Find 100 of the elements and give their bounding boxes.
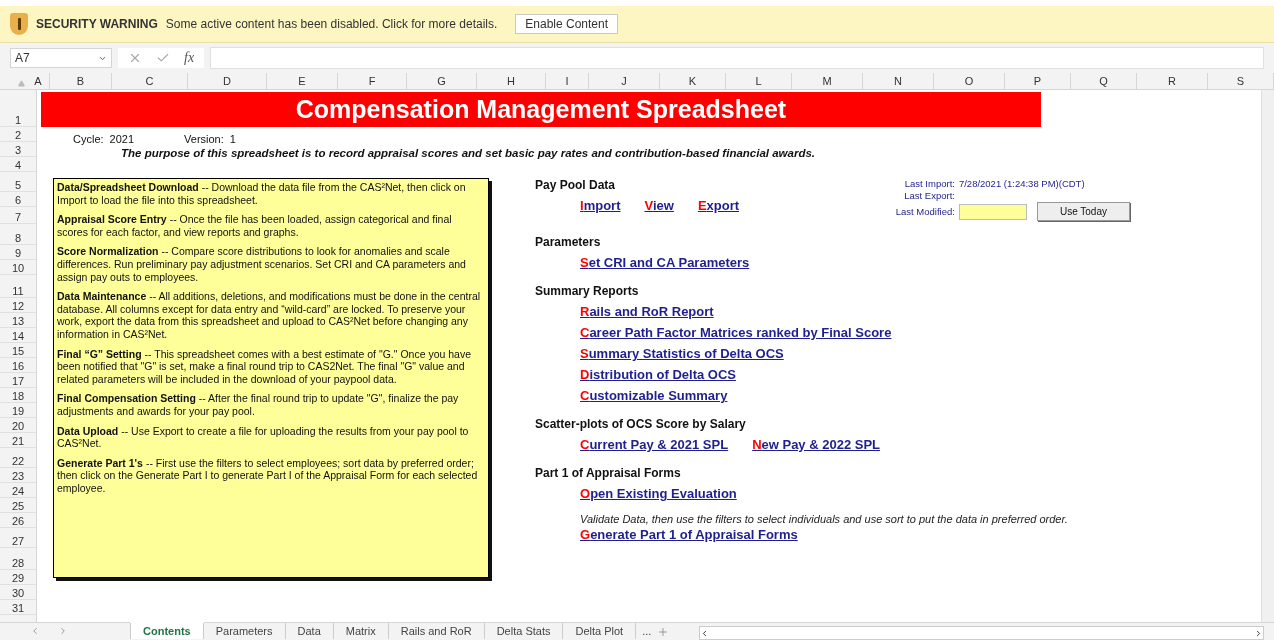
cancel-icon[interactable] [128, 51, 142, 65]
enter-icon[interactable] [156, 51, 170, 65]
link[interactable]: Import [580, 198, 621, 213]
link[interactable]: Rails and RoR Report [580, 304, 714, 319]
row-header[interactable]: 23 [0, 468, 36, 483]
row-header[interactable]: 9 [0, 245, 36, 260]
row-header[interactable]: 8 [0, 224, 36, 245]
last-export-label: Last Export: [903, 190, 955, 201]
row-header[interactable]: 26 [0, 513, 36, 528]
column-header[interactable]: C [112, 73, 188, 89]
enable-content-button[interactable]: Enable Content [515, 14, 619, 34]
row-header[interactable]: 25 [0, 498, 36, 513]
column-header[interactable]: O [934, 73, 1005, 89]
row-header[interactable]: 12 [0, 298, 36, 313]
section-heading: Scatter-plots of OCS Score by Salary [535, 417, 747, 431]
scroll-right-icon[interactable] [1254, 628, 1263, 638]
row-header[interactable]: 11 [0, 275, 36, 298]
sheet-tab[interactable]: Data [285, 623, 334, 639]
row-header[interactable]: 18 [0, 388, 36, 403]
link[interactable]: Career Path Factor Matrices ranked by Final Score [580, 325, 892, 340]
row-header[interactable]: 13 [0, 313, 36, 328]
link[interactable]: Distribution of Delta OCS [580, 367, 736, 382]
row-header[interactable]: 5 [0, 172, 36, 192]
row-header[interactable]: 3 [0, 142, 36, 157]
sheet-title: Compensation Management Spreadsheet [41, 92, 1041, 127]
sheet-tab[interactable]: Delta Stats [484, 623, 564, 639]
row-header[interactable]: 7 [0, 207, 36, 224]
add-sheet-icon[interactable] [657, 626, 670, 638]
instruction-paragraph: Data/Spreadsheet Download -- Download the data file from the CAS²Net, then click on Import to load the file into this spreadsheet. [57, 181, 467, 207]
instruction-paragraph: Appraisal Score Entry -- Once the file has been loaded, assign categorical and final scores for each factor, and view reports and graphs. [57, 213, 453, 239]
warning-label: SECURITY WARNING [36, 17, 158, 31]
row-header[interactable]: 27 [0, 528, 36, 548]
section-heading: Pay Pool Data [535, 178, 617, 192]
column-header[interactable]: S [1208, 73, 1274, 89]
sheet-tab[interactable]: Matrix [333, 623, 389, 639]
sheet-tab[interactable]: Parameters [203, 623, 286, 639]
row-header[interactable]: 15 [0, 343, 36, 358]
link[interactable]: New Pay & 2022 SPL [752, 437, 881, 452]
row-header[interactable]: 16 [0, 358, 36, 373]
link[interactable]: Export [697, 198, 740, 213]
more-sheets[interactable]: ... [636, 623, 658, 639]
instruction-note: Validate Data, then use the filters to select individuals and use sort to put the data in preferred order. [580, 513, 1069, 525]
warning-message[interactable]: Some active content has been disabled. Click for more details. [165, 17, 498, 31]
version-value: 1 [229, 133, 236, 145]
row-header[interactable]: 1 [0, 90, 36, 127]
column-header[interactable]: A [27, 73, 50, 89]
column-header[interactable]: J [589, 73, 660, 89]
row-header[interactable]: 19 [0, 403, 36, 418]
column-header[interactable]: N [863, 73, 934, 89]
column-header[interactable]: R [1137, 73, 1208, 89]
row-header[interactable]: 10 [0, 260, 36, 275]
column-header[interactable]: L [726, 73, 792, 89]
row-header[interactable]: 20 [0, 418, 36, 433]
last-import-value: 7/28/2021 (1:24:38 PM)(CDT) [958, 178, 1086, 189]
link[interactable]: Customizable Summary [580, 388, 728, 403]
cycle-value: 2021 [109, 133, 135, 145]
link[interactable]: Generate Part 1 of Appraisal Forms [580, 527, 798, 542]
row-header[interactable]: 2 [0, 127, 36, 142]
row-header[interactable]: 28 [0, 548, 36, 570]
row-header[interactable]: 31 [0, 600, 36, 615]
link[interactable]: Current Pay & 2021 SPL [580, 437, 729, 452]
last-modified-field[interactable] [958, 203, 1027, 220]
sheet-tab[interactable]: Rails and RoR [388, 623, 485, 639]
next-sheet-icon[interactable] [58, 626, 68, 636]
row-header[interactable]: 6 [0, 192, 36, 207]
row-header[interactable]: 30 [0, 585, 36, 600]
instruction-paragraph: Final “G” Setting -- This spreadsheet comes with a best estimate of "G." Once you have been notified that "G" is set, make a final round trip to CAS2Net. The final "G" value and related parameters will be included in the download of your paypool data. [57, 347, 472, 386]
column-header[interactable]: D [188, 73, 267, 89]
column-header[interactable]: P [1005, 73, 1071, 89]
previous-sheet-icon[interactable] [30, 626, 40, 636]
last-modified-label: Last Modified: [895, 206, 955, 217]
column-header[interactable]: H [477, 73, 546, 89]
column-header[interactable]: I [546, 73, 589, 89]
column-header[interactable]: K [660, 73, 726, 89]
sheet-tab[interactable]: Delta Plot [563, 623, 637, 639]
sheet-tab[interactable]: Contents [130, 623, 204, 639]
row-header[interactable]: 21 [0, 433, 36, 448]
insert-function-button[interactable]: fx [184, 50, 195, 66]
link[interactable]: Summary Statistics of Delta OCS [580, 346, 784, 361]
row-header[interactable]: 14 [0, 328, 36, 343]
row-header[interactable]: 22 [0, 448, 36, 468]
column-header[interactable]: M [792, 73, 863, 89]
use-today-button[interactable]: Use Today [1036, 202, 1130, 221]
link[interactable]: Open Existing Evaluation [580, 486, 737, 501]
name-box[interactable]: A7 [10, 48, 112, 68]
row-header[interactable]: 24 [0, 483, 36, 498]
column-header[interactable]: F [338, 73, 407, 89]
link[interactable]: View [644, 198, 674, 213]
row-header[interactable]: 29 [0, 570, 36, 585]
purpose-text: The purpose of this spreadsheet is to record appraisal scores and set basic pay rates and contribution-based financial awards. [121, 147, 817, 159]
select-all-icon[interactable] [18, 80, 25, 87]
last-import-label: Last Import: [903, 178, 955, 189]
instruction-paragraph: Data Maintenance -- All additions, deletions, and modifications must be done in the central database. All columns except for data entry and “wild-card” are locked. To preserve your work, export the data from this spreadsheet and upload to CAS²Net before changing any information in CAS²Net. [57, 290, 482, 341]
row-header[interactable]: 17 [0, 373, 36, 388]
link[interactable]: Set CRI and CA Parameters [580, 255, 750, 270]
column-header[interactable]: B [50, 73, 112, 89]
row-header[interactable]: 4 [0, 157, 36, 172]
column-header[interactable]: Q [1071, 73, 1137, 89]
column-header[interactable]: E [267, 73, 338, 89]
column-header[interactable]: G [407, 73, 477, 89]
